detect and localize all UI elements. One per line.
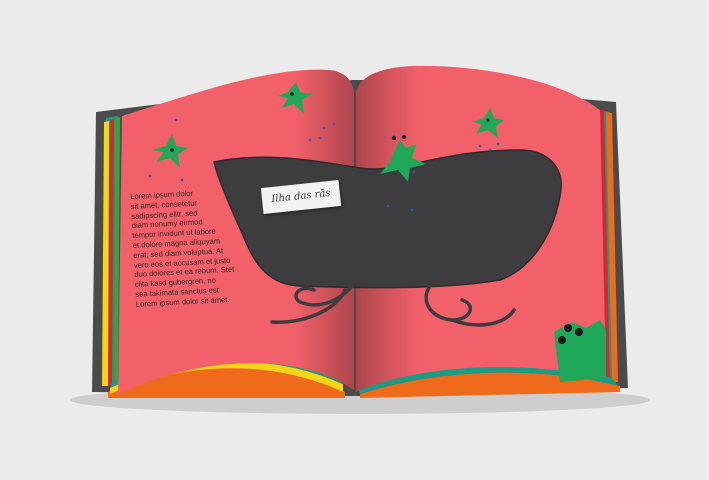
open-book xyxy=(70,65,650,414)
left-page-edges xyxy=(102,116,120,386)
book-stage: Lorem ipsum dolor sit amet, consetetur s… xyxy=(0,0,709,480)
frog-icon xyxy=(554,320,606,382)
left-page-text: Lorem ipsum dolor sit amet, consetetur s… xyxy=(130,186,254,310)
